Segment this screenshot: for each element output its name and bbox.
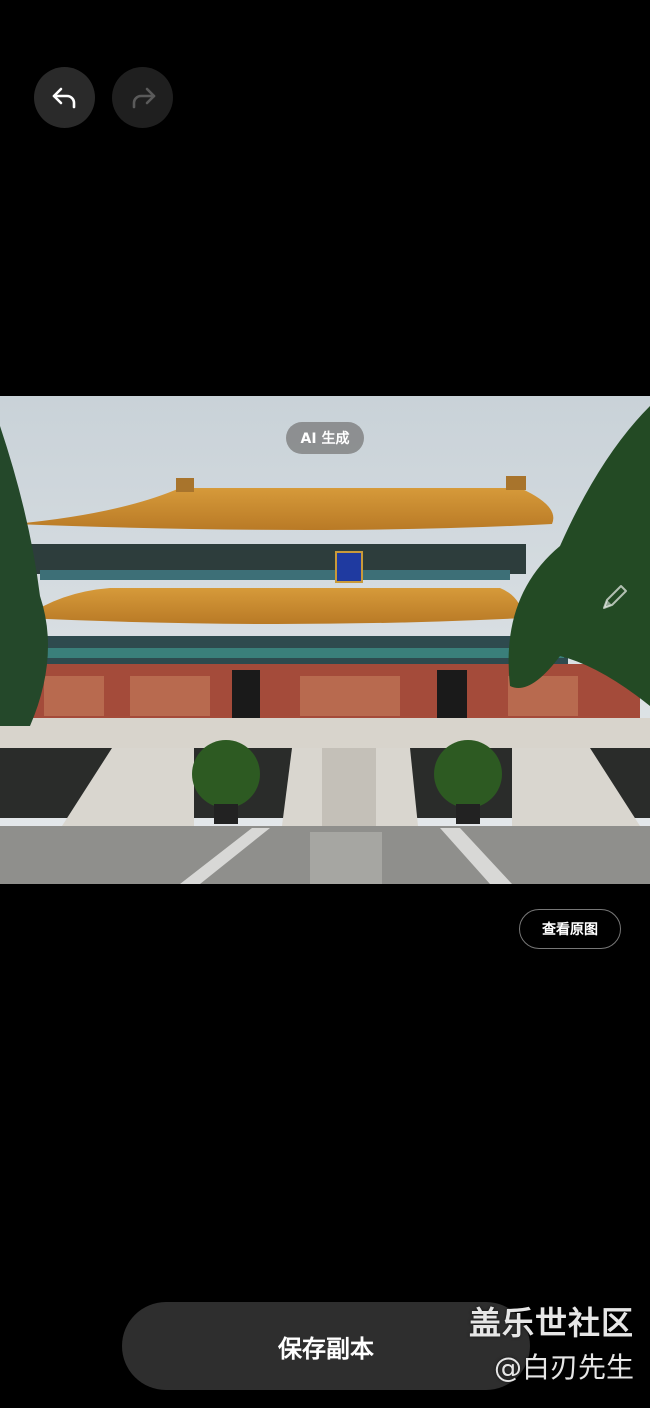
- watermark-title: 盖乐世社区: [468, 1304, 634, 1342]
- redo-arrow-icon: [132, 87, 155, 108]
- view-original-button[interactable]: 查看原图: [519, 909, 621, 949]
- undo-arrow-icon: [52, 87, 75, 108]
- temple-image: [0, 396, 650, 884]
- undo-button[interactable]: [34, 67, 95, 128]
- pencil-icon[interactable]: [594, 578, 634, 618]
- watermark-author: @白刃先生: [493, 1351, 634, 1384]
- redo-button[interactable]: [112, 67, 173, 128]
- edited-photo[interactable]: [0, 396, 650, 884]
- ai-generated-badge: AI 生成: [286, 422, 364, 454]
